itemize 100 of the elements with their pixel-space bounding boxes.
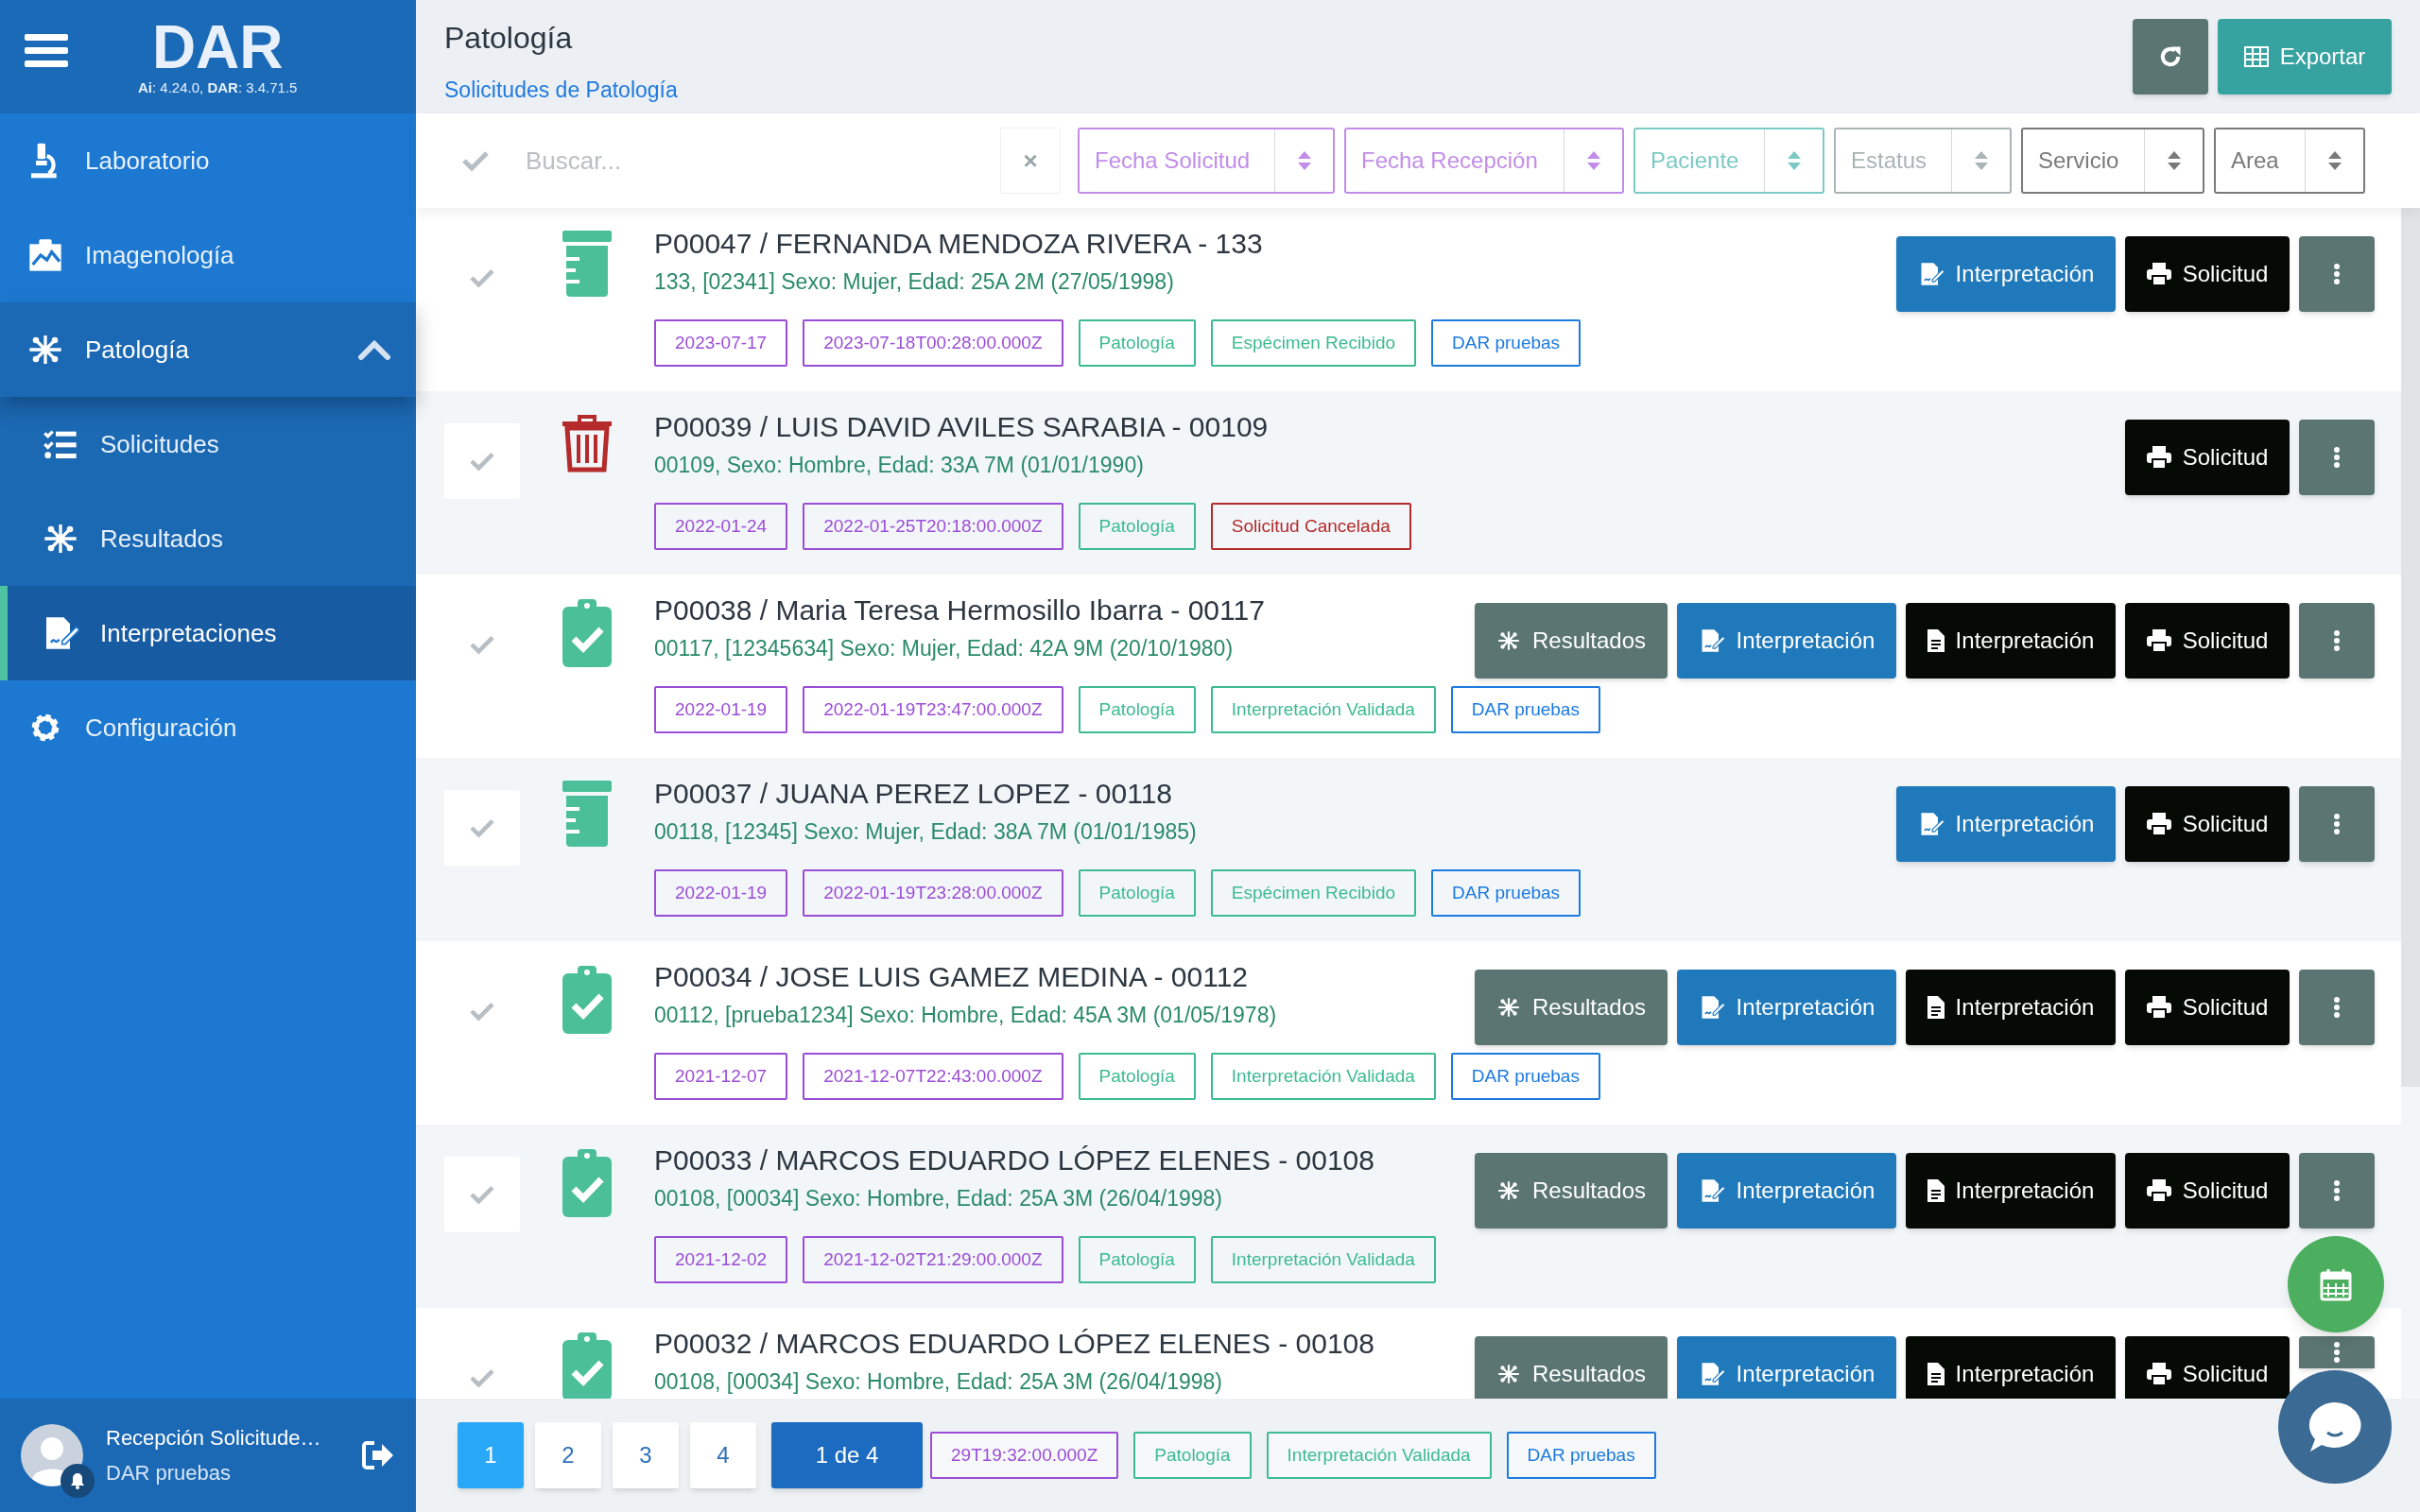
patient-title: P00034 / JOSE LUIS GAMEZ MEDINA - 00112 <box>654 960 1250 994</box>
user-role: Recepción Solicitude… <box>106 1425 322 1452</box>
patient-details: 00108, [00034] Sexo: Hombre, Edad: 25A 3M (26/04/1998) <box>654 1368 1223 1396</box>
sort-icon <box>1786 149 1802 172</box>
patient-title: P00037 / JUANA PEREZ LOPEZ - 00118 <box>654 777 1174 811</box>
row-checkbox[interactable] <box>444 1157 520 1232</box>
interpretation-button[interactable]: Interpretación <box>1677 970 1896 1045</box>
tag: DAR pruebas <box>1431 319 1582 367</box>
sort-dropdown[interactable]: Area <box>2214 128 2365 194</box>
interpretation-button[interactable]: Interpretación <box>1677 1153 1896 1228</box>
document-icon <box>1927 1363 1945 1385</box>
sidebar-item[interactable]: Patología <box>0 302 416 397</box>
tag: Espécimen Recibido <box>1210 869 1417 917</box>
chat-icon <box>2307 1400 2363 1453</box>
patient-title: P00047 / FERNANDA MENDOZA RIVERA - 133 <box>654 227 1264 261</box>
sidebar-item[interactable]: Solicitudes <box>0 397 416 491</box>
results-button[interactable]: Resultados <box>1475 970 1668 1045</box>
results-button[interactable]: Resultados <box>1475 1336 1668 1399</box>
page-button[interactable]: 3 <box>613 1422 679 1488</box>
patient-details: 00109, Sexo: Hombre, Edad: 33A 7M (01/01/1990) <box>654 452 1145 479</box>
sort-icon <box>1296 149 1312 172</box>
interpretation-button[interactable]: Interpretación <box>1896 786 2116 862</box>
user-group: DAR pruebas <box>106 1457 352 1488</box>
export-button[interactable]: Exportar <box>2218 19 2392 94</box>
tag: DAR pruebas <box>1431 869 1582 917</box>
page-indicator: 1 de 4 <box>771 1422 923 1488</box>
tag: 29T19:32:00.000Z <box>930 1432 1119 1479</box>
interpretation-button[interactable]: Interpretación <box>1677 603 1896 679</box>
chevron-icon <box>357 338 391 361</box>
tag: 2023-07-18T00:28:00.000Z <box>803 319 1063 367</box>
more-icon <box>2333 263 2341 285</box>
more-icon <box>2333 1179 2341 1202</box>
interpretation-button[interactable]: Interpretación <box>1896 236 2116 312</box>
request-button[interactable]: Solicitud <box>2125 420 2290 495</box>
check-icon <box>469 1001 495 1022</box>
sort-dropdown[interactable]: Servicio <box>2021 128 2204 194</box>
tag: Patología <box>1078 503 1196 550</box>
sort-dropdown[interactable]: Fecha Solicitud <box>1078 128 1335 194</box>
x-ray-icon <box>26 236 64 274</box>
patient-details: 00118, [12345] Sexo: Mujer, Edad: 38A 7M (01/01/1985) <box>654 818 1198 846</box>
refresh-button[interactable] <box>2133 19 2208 94</box>
request-button[interactable]: Solicitud <box>2125 970 2290 1045</box>
patient-details: 00108, [00034] Sexo: Hombre, Edad: 25A 3M (26/04/1998) <box>654 1185 1223 1212</box>
tag: Solicitud Cancelada <box>1210 503 1411 550</box>
row-checkbox[interactable] <box>444 790 520 866</box>
clipboard-check-icon <box>561 597 614 667</box>
scrollbar-thumb[interactable] <box>2401 208 2420 1087</box>
row-checkbox[interactable] <box>444 423 520 499</box>
more-icon <box>2333 1341 2341 1364</box>
sort-icon <box>2326 149 2342 172</box>
tag: 2022-01-19T23:47:00.000Z <box>803 686 1063 733</box>
patient-title: P00032 / MARCOS EDUARDO LÓPEZ ELENES - 00108 <box>654 1327 1375 1361</box>
tag: Patología <box>1078 686 1196 733</box>
tag: DAR pruebas <box>1450 1053 1600 1100</box>
page-button[interactable]: 4 <box>690 1422 756 1488</box>
sidebar-item[interactable]: Resultados <box>0 491 416 586</box>
specimen-jar-icon <box>561 231 614 297</box>
sort-icon <box>2166 149 2182 172</box>
interpretation-button[interactable]: Interpretación <box>1677 1336 1896 1399</box>
printer-icon <box>2146 629 2171 652</box>
interpretation-button[interactable]: Interpretación <box>1906 1153 2116 1228</box>
printer-icon <box>2146 1179 2171 1202</box>
more-button[interactable] <box>2299 1336 2375 1368</box>
menu-icon <box>25 34 68 68</box>
molecule-icon <box>1495 995 1521 1020</box>
interpretation-button[interactable]: Interpretación <box>1906 970 2116 1045</box>
tag: Interpretación Validada <box>1210 1236 1436 1283</box>
clear-button[interactable]: × <box>1000 128 1061 194</box>
request-button[interactable]: Solicitud <box>2125 236 2290 312</box>
sort-dropdown[interactable]: Fecha Recepción <box>1344 128 1624 194</box>
page-button[interactable]: 1 <box>458 1422 524 1488</box>
table-icon <box>2243 46 2269 67</box>
logout-icon[interactable] <box>361 1440 395 1470</box>
check-icon <box>469 817 495 838</box>
page-button[interactable]: 2 <box>535 1422 601 1488</box>
request-button[interactable]: Solicitud <box>2125 1153 2290 1228</box>
check-icon <box>469 1367 495 1388</box>
calendar-icon <box>2320 1267 2352 1301</box>
version-text: Ai: 4.24.0, DAR: 3.4.71.5 <box>138 77 298 97</box>
patient-title: P00038 / Maria Teresa Hermosillo Ibarra - 00117 <box>654 593 1266 627</box>
tag: 2022-01-25T20:18:00.000Z <box>803 503 1063 550</box>
interpretation-button[interactable]: Interpretación <box>1906 603 2116 679</box>
tag: Interpretación Validada <box>1210 686 1436 733</box>
bell-icon <box>60 1464 95 1498</box>
printer-icon <box>2146 813 2171 835</box>
molecule-icon <box>1495 628 1521 653</box>
patient-details: 00117, [12345634] Sexo: Mujer, Edad: 42A 9M (20/10/1980) <box>654 635 1235 662</box>
request-button[interactable]: Solicitud <box>2125 603 2290 679</box>
interpretation-button[interactable]: Interpretación <box>1906 1336 2116 1399</box>
printer-icon <box>2146 446 2171 469</box>
app-logo: DAR <box>151 18 284 76</box>
sidebar-item[interactable]: Interpretaciones <box>0 586 416 680</box>
results-button[interactable]: Resultados <box>1475 1153 1668 1228</box>
request-button[interactable]: Solicitud <box>2125 786 2290 862</box>
search-field[interactable]: Buscar... <box>518 128 1000 194</box>
tag: 2021-12-02 <box>654 1236 788 1283</box>
results-button[interactable]: Resultados <box>1475 603 1668 679</box>
request-button[interactable]: Solicitud <box>2125 1336 2290 1399</box>
breadcrumb-link[interactable]: Solicitudes de Patología <box>444 74 2133 107</box>
molecule-icon <box>1495 1362 1521 1386</box>
